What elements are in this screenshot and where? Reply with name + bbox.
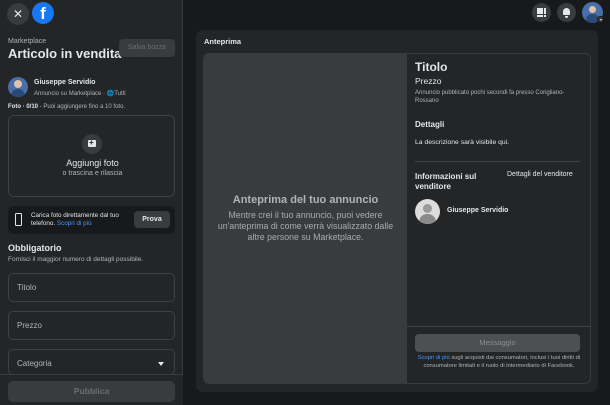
- phone-upload-text: Carica foto direttamente dal tuo telefon…: [31, 212, 127, 228]
- category-select[interactable]: Categoria: [8, 349, 175, 375]
- chevron-down-icon[interactable]: [597, 16, 604, 23]
- preview-header: Anteprima: [204, 37, 242, 46]
- photo-count: Foto · 0/10: [8, 104, 39, 110]
- listing-location-label: Annuncio su Marketplace ·: [34, 91, 107, 97]
- preview-panel: Anteprima Anteprima del tuo annuncio Men…: [196, 30, 598, 392]
- price-field[interactable]: Prezzo: [8, 311, 175, 340]
- preview-image-description: Mentre crei il tuo annuncio, puoi vedere…: [217, 210, 394, 242]
- preview-item-title: Titolo: [415, 60, 448, 74]
- learn-more-link[interactable]: Scopri di più: [418, 355, 450, 361]
- message-button[interactable]: Messaggio: [415, 334, 580, 352]
- drag-drop-hint: o trascina e rilascia: [62, 170, 123, 177]
- details-heading: Dettagli: [415, 120, 445, 129]
- try-button[interactable]: Prova: [134, 211, 170, 228]
- add-photo-label: Aggiungi foto: [66, 158, 119, 168]
- title-field-label: Titolo: [17, 283, 37, 292]
- seller-name: Giuseppe Servidio: [447, 207, 509, 214]
- seller-info: Giuseppe Servidio: [415, 199, 585, 225]
- grid-menu-icon[interactable]: [532, 3, 551, 22]
- author-info: Giuseppe Servidio Annuncio su Marketplac…: [8, 77, 178, 99]
- audience-selector[interactable]: Tutti: [114, 91, 125, 97]
- description-placeholder: La descrizione sarà visibile qui.: [415, 139, 510, 146]
- marketplace-label: Marketplace: [8, 38, 47, 45]
- photo-hint: - Puoi aggiungere fino a 10 foto.: [38, 104, 126, 110]
- divider: [407, 326, 590, 327]
- bottom-bar: Pubblica: [0, 374, 183, 405]
- preview-details: Titolo Prezzo Annuncio pubblicato pochi …: [407, 54, 590, 383]
- photo-info: Foto · 0/10 - Puoi aggiungere fino a 10 …: [8, 104, 125, 110]
- required-title: Obbligatorio: [8, 243, 62, 253]
- chevron-down-icon: [158, 362, 164, 366]
- category-field-label: Categoria: [17, 359, 52, 368]
- seller-details-link[interactable]: Dettagli del venditore: [507, 171, 573, 178]
- bell-icon[interactable]: [557, 3, 576, 22]
- author-name: Giuseppe Servidio: [34, 79, 96, 86]
- preview-image-title: Anteprima del tuo annuncio: [232, 194, 379, 206]
- divider: [415, 161, 580, 162]
- close-icon[interactable]: ✕: [7, 3, 29, 25]
- consumer-rights-note: Scopri di più sugli acquisti dai consuma…: [415, 355, 583, 370]
- required-subtitle: Fornisci il maggior numero di dettagli p…: [8, 256, 144, 263]
- learn-more-link[interactable]: Scopri di più: [57, 220, 92, 227]
- preview-card: Anteprima del tuo annuncio Mentre crei i…: [203, 53, 591, 384]
- seller-heading: Informazioni sul venditore: [415, 172, 477, 191]
- page-title: Articolo in vendita: [8, 46, 122, 61]
- preview-image-area: Anteprima del tuo annuncio Mentre crei i…: [204, 54, 407, 383]
- listing-editor-panel: ✕ f Marketplace Articolo in vendita Salv…: [0, 0, 183, 405]
- title-field[interactable]: Titolo: [8, 273, 175, 302]
- author-sub: Annuncio su Marketplace · 🌐Tutti: [34, 90, 126, 97]
- avatar: [8, 77, 28, 97]
- preview-posted-info: Annuncio pubblicato pochi secondi fa pre…: [415, 90, 565, 104]
- add-photo-icon: [82, 134, 102, 154]
- price-field-label: Prezzo: [17, 321, 42, 330]
- phone-icon: [15, 213, 22, 226]
- save-draft-button[interactable]: Salva bozza: [119, 39, 175, 57]
- avatar: [415, 199, 440, 224]
- phone-upload-box: Carica foto direttamente dal tuo telefon…: [8, 206, 175, 234]
- publish-button[interactable]: Pubblica: [8, 381, 175, 402]
- facebook-logo-icon[interactable]: f: [32, 2, 54, 24]
- preview-item-price: Prezzo: [415, 76, 442, 86]
- photo-upload-area[interactable]: Aggiungi foto o trascina e rilascia: [8, 115, 175, 197]
- top-bar: ✕ f: [0, 0, 183, 30]
